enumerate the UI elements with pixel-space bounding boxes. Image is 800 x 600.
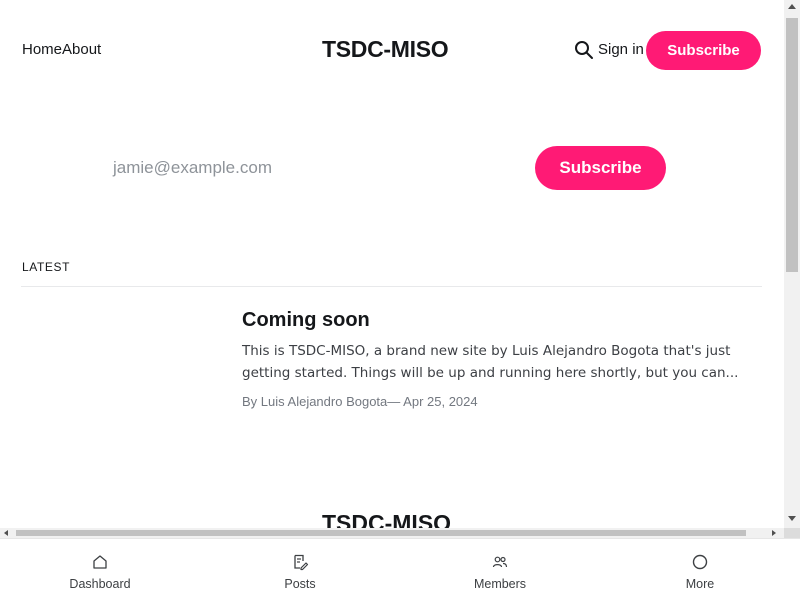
scroll-down-icon[interactable] bbox=[788, 516, 796, 521]
people-icon bbox=[492, 556, 508, 568]
search-icon[interactable] bbox=[574, 40, 594, 60]
edit-document-icon bbox=[294, 554, 309, 571]
post-author: By Luis Alejandro Bogota bbox=[242, 394, 388, 409]
nav-about-link[interactable]: About bbox=[62, 41, 101, 58]
latest-section-label: LATEST bbox=[22, 260, 71, 274]
post-meta: By Luis Alejandro Bogota — Apr 25, 2024 bbox=[242, 394, 478, 409]
post-excerpt[interactable]: This is TSDC-MISO, a brand new site by L… bbox=[242, 340, 752, 384]
home-icon bbox=[93, 555, 107, 569]
horizontal-scroll-thumb[interactable] bbox=[16, 530, 746, 536]
signin-link[interactable]: Sign in bbox=[598, 41, 644, 58]
tab-more[interactable]: More bbox=[600, 539, 800, 600]
main-nav: Home About bbox=[22, 41, 101, 58]
header-subscribe-button[interactable]: Subscribe bbox=[646, 31, 761, 70]
post-excerpt-line: This is TSDC-MISO, a brand new site by L… bbox=[242, 343, 731, 359]
post-title[interactable]: Coming soon bbox=[242, 309, 370, 332]
scroll-left-icon[interactable] bbox=[4, 530, 8, 536]
scrollbar-corner bbox=[784, 528, 800, 538]
page-viewport: Home About TSDC-MISO Sign in Subscribe j… bbox=[0, 0, 784, 528]
tab-label: Members bbox=[473, 577, 527, 591]
tab-members[interactable]: Members bbox=[400, 539, 600, 600]
scroll-up-icon[interactable] bbox=[788, 4, 796, 9]
tab-label: Posts bbox=[284, 577, 316, 591]
tab-label: More bbox=[685, 577, 715, 591]
nav-home-link[interactable]: Home bbox=[22, 41, 62, 58]
post-date: — Apr 25, 2024 bbox=[387, 394, 478, 409]
tab-dashboard[interactable]: Dashboard bbox=[0, 539, 200, 600]
footer-site-title[interactable]: TSDC-MISO bbox=[322, 510, 451, 528]
scroll-right-icon[interactable] bbox=[772, 530, 776, 536]
tab-posts[interactable]: Posts bbox=[200, 539, 400, 600]
section-divider bbox=[21, 286, 762, 287]
bottom-tab-bar: Dashboard Posts Members More bbox=[0, 538, 800, 600]
vertical-scroll-thumb[interactable] bbox=[786, 18, 798, 272]
tab-label: Dashboard bbox=[69, 577, 131, 591]
signup-subscribe-button[interactable]: Subscribe bbox=[535, 146, 666, 190]
vertical-scrollbar[interactable] bbox=[784, 0, 800, 528]
horizontal-scrollbar[interactable] bbox=[0, 528, 784, 538]
circle-icon bbox=[692, 554, 708, 570]
post-excerpt-line: getting started. Things will be up and r… bbox=[242, 365, 739, 381]
site-title[interactable]: TSDC-MISO bbox=[322, 36, 449, 63]
email-input[interactable]: jamie@example.com bbox=[113, 158, 272, 178]
